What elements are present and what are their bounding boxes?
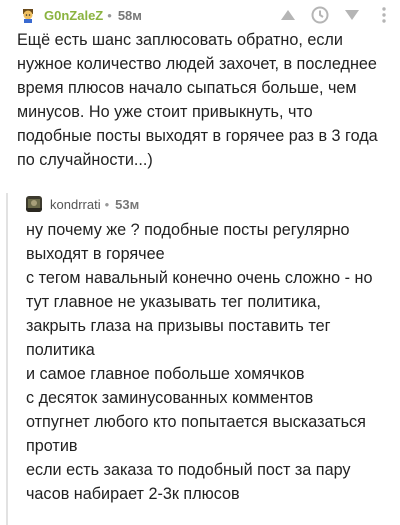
comment-line: нужное количество людей захочет, в после… (17, 55, 377, 73)
comment-line: время плюсов начало сыпаться больше, чем (17, 79, 357, 97)
comment-line: минусов. Но уже стоит привыкнуть, что (17, 103, 313, 121)
comment-line: отпугнет любого кто попытается высказать… (26, 413, 366, 431)
comment-line: если есть заказа то подобный пост за пар… (26, 461, 351, 479)
comment-line: тут главное не указывать тег политика, (26, 293, 321, 311)
timestamp[interactable]: 58м (118, 8, 142, 23)
comment-header: kondrrati • 53м (26, 192, 139, 216)
downvote-icon (345, 10, 359, 20)
separator: • (107, 7, 112, 23)
comment-line: политика (26, 341, 95, 359)
comment-line: с тегом навальный конечно очень сложно -… (26, 269, 373, 287)
comment-line: закрыть глаза на призывы поставить тег (26, 317, 331, 335)
comment-line: подобные посты выходят в горячее раз в 3… (17, 127, 378, 145)
more-vertical-icon (382, 7, 386, 23)
more-button[interactable] (368, 3, 400, 27)
clock-icon (311, 6, 329, 24)
upvote-button[interactable] (272, 3, 304, 27)
comment-text: Ещё есть шанс заплюсовать обратно, если … (17, 28, 397, 172)
avatar-photo-icon (26, 196, 42, 212)
avatar[interactable] (20, 7, 36, 23)
username[interactable]: G0nZaleZ (44, 8, 103, 23)
avatar-face-icon (20, 7, 36, 23)
comment-line: Ещё есть шанс заплюсовать обратно, если (17, 31, 343, 49)
upvote-icon (281, 10, 295, 20)
separator: • (104, 196, 110, 212)
username[interactable]: kondrrati (50, 197, 101, 212)
downvote-button[interactable] (336, 3, 368, 27)
comment-line: часов набирает 2-3к плюсов (26, 485, 240, 503)
avatar[interactable] (26, 196, 42, 212)
comment-line: и самое главное побольше хомячков (26, 365, 305, 383)
comment-line: по случайности...) (17, 151, 153, 169)
comment-actions (272, 3, 400, 27)
comment-line: ну почему же ? подобные посты регулярно (26, 221, 350, 239)
timestamp[interactable]: 53м (115, 197, 139, 212)
comment-text: ну почему же ? подобные посты регулярно … (26, 218, 400, 506)
comment-line: против (26, 437, 78, 455)
thread-collapse-line[interactable] (6, 193, 8, 525)
comment-line: выходят в горячее (26, 245, 165, 263)
save-button[interactable] (304, 3, 336, 27)
comment-line: с десяток заминусованных комментов (26, 389, 314, 407)
